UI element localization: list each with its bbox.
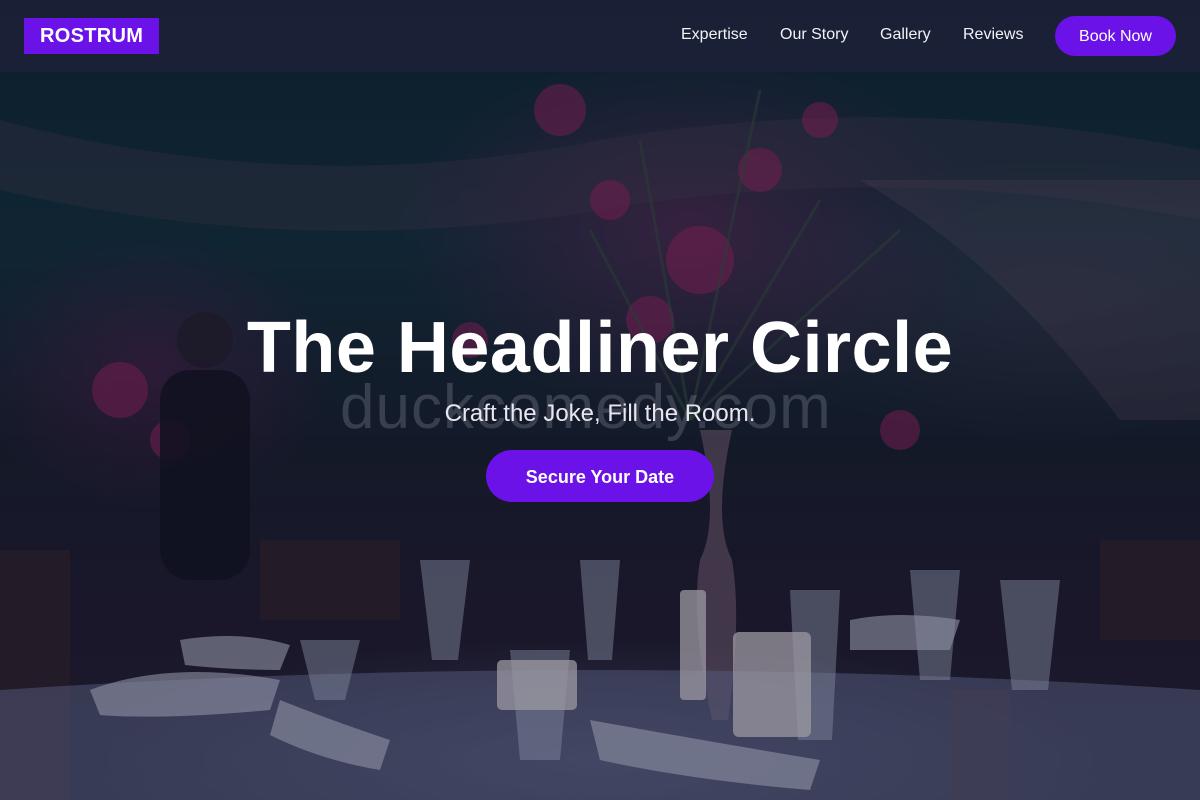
secure-your-date-button[interactable]: Secure Your Date [486, 450, 714, 502]
book-now-button[interactable]: Book Now [1055, 16, 1176, 56]
top-navigation-bar: ROSTRUM Expertise Our Story Gallery Revi… [0, 0, 1200, 72]
nav-link-gallery[interactable]: Gallery [880, 25, 931, 45]
hero-title: The Headliner Circle [246, 308, 954, 388]
brand-logo[interactable]: ROSTRUM [24, 18, 160, 54]
nav-link-reviews[interactable]: Reviews [963, 25, 1023, 45]
nav-link-expertise[interactable]: Expertise [681, 25, 748, 45]
nav-link-our-story[interactable]: Our Story [780, 25, 848, 45]
hero-subtitle: Craft the Joke, Fill the Room. [444, 400, 756, 427]
